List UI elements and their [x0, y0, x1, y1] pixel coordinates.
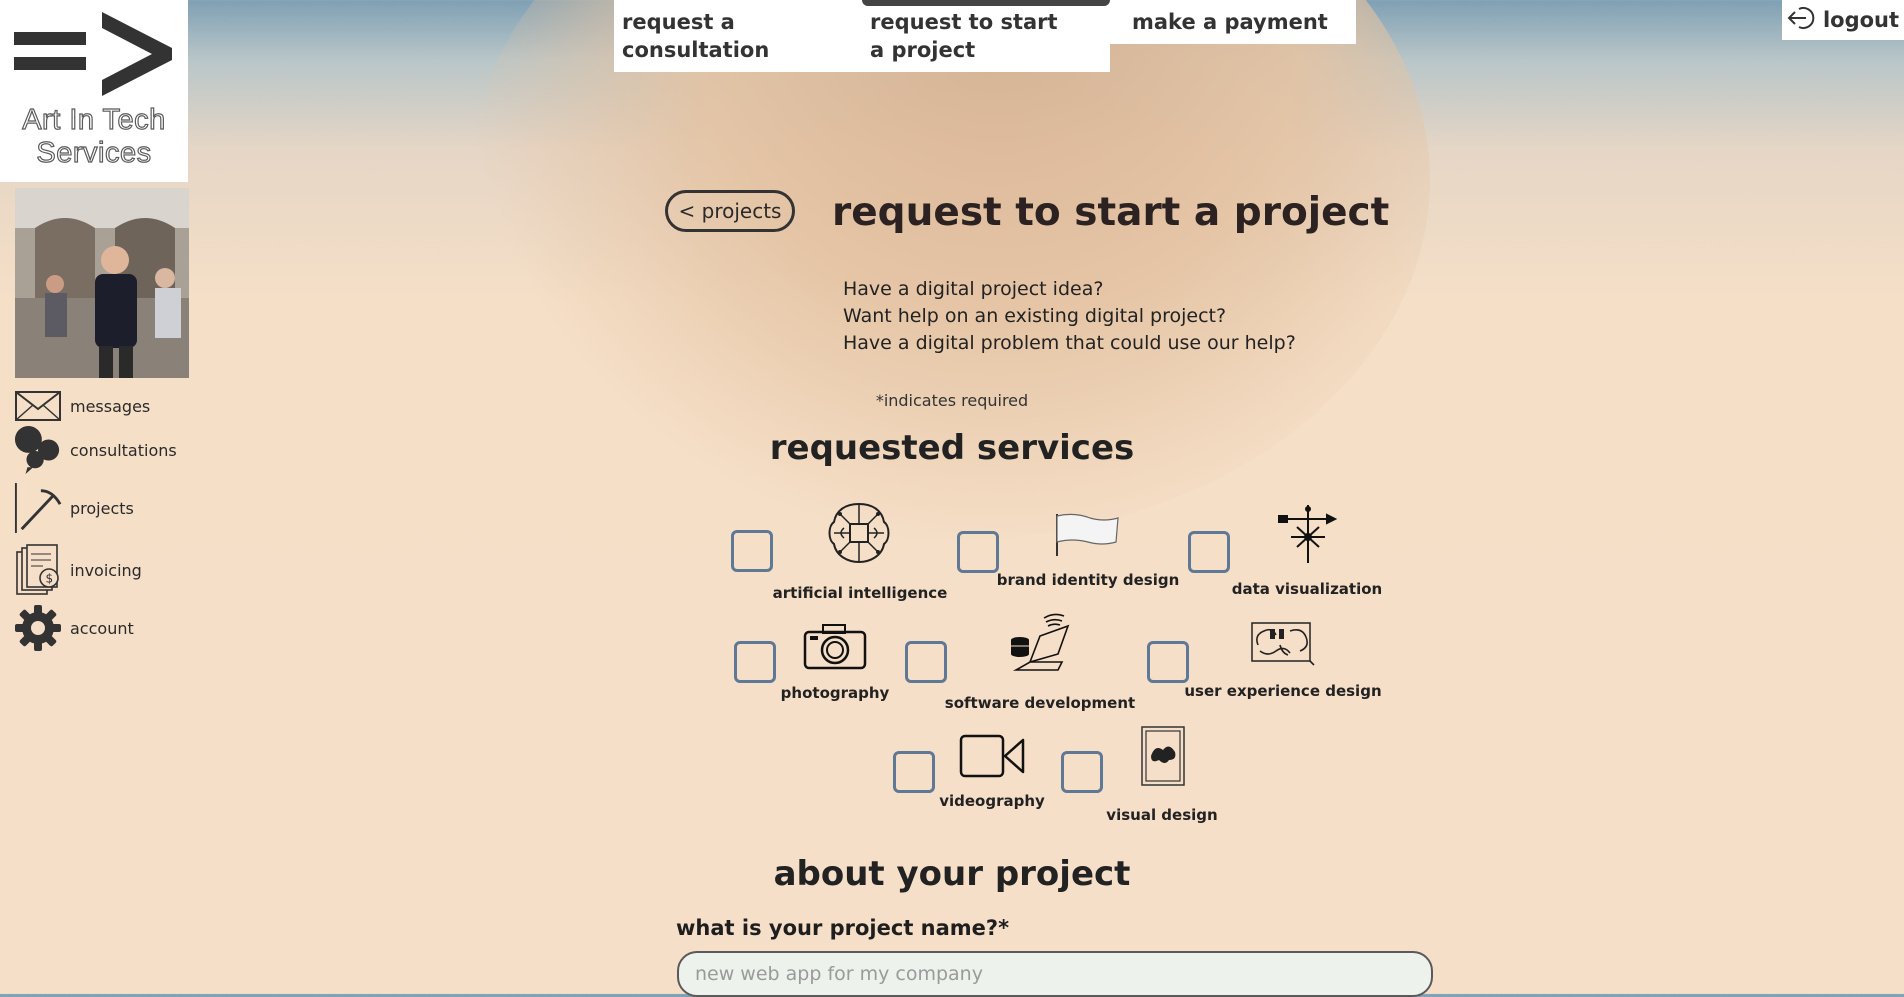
tab-label: make a payment [1132, 10, 1328, 34]
logout-icon [1787, 6, 1817, 35]
page-title: request to start a project [832, 190, 1390, 235]
active-tab-indicator [862, 0, 1110, 6]
brain-circuit-icon [828, 502, 890, 564]
service-label: software development [944, 694, 1136, 712]
project-name-input[interactable] [677, 951, 1433, 997]
sidebar-item-label: projects [70, 498, 134, 518]
service-checkbox-videography[interactable] [893, 751, 935, 793]
service-checkbox-artificial-intelligence[interactable] [731, 530, 773, 572]
logo-equals-greater-icon [14, 12, 172, 96]
svg-text:$: $ [46, 572, 54, 586]
sidebar-item-account[interactable]: account [14, 604, 134, 652]
sidebar-item-label: account [70, 618, 134, 638]
intro-text: Have a digital project idea? Want help o… [843, 276, 1296, 357]
tab-request-project[interactable]: request to start a project [862, 0, 1110, 72]
weather-vane-icon [1278, 505, 1338, 563]
tab-label: request to start a project [870, 10, 1058, 62]
service-label: artificial intelligence [772, 584, 948, 602]
tab-request-consultation[interactable]: request a consultation [614, 0, 864, 72]
brand-name: Art In Tech Services [0, 103, 188, 170]
intro-line: Want help on an existing digital project… [843, 305, 1227, 327]
about-heading: about your project [773, 854, 1131, 894]
sidebar-item-invoicing[interactable]: $ invoicing [14, 544, 142, 595]
camera-icon [803, 624, 867, 670]
service-label: videography [939, 792, 1045, 810]
logout-label: logout [1822, 8, 1900, 32]
video-camera-icon [959, 734, 1025, 778]
service-label: photography [780, 684, 890, 702]
profile-photo-image [15, 188, 189, 378]
logout-button[interactable]: logout [1782, 0, 1904, 40]
flag-icon [1056, 513, 1119, 556]
sketch-face-icon [1251, 622, 1315, 666]
sidebar-item-label: invoicing [70, 560, 142, 580]
service-checkbox-user-experience-design[interactable] [1147, 641, 1189, 683]
brand-logo[interactable]: Art In Tech Services [0, 0, 188, 182]
services-heading: requested services [769, 428, 1135, 468]
service-checkbox-photography[interactable] [734, 641, 776, 683]
intro-line: Have a digital problem that could use ou… [843, 332, 1296, 354]
service-checkbox-data-visualization[interactable] [1188, 531, 1230, 573]
brand-name-line2: Services [36, 136, 152, 169]
tab-label: request a consultation [622, 10, 770, 62]
tab-make-payment[interactable]: make a payment [1110, 0, 1356, 44]
service-checkbox-visual-design[interactable] [1061, 751, 1103, 793]
back-to-projects-button[interactable]: < projects [665, 190, 795, 232]
pickaxe-icon [14, 483, 62, 533]
service-label: visual design [1106, 806, 1218, 824]
project-name-label: what is your project name?* [676, 916, 1010, 940]
service-checkbox-brand-identity-design[interactable] [957, 531, 999, 573]
gear-icon [14, 604, 62, 652]
service-label: data visualization [1231, 580, 1383, 598]
service-checkbox-software-development[interactable] [905, 641, 947, 683]
laptop-database-icon [1011, 613, 1070, 671]
service-label: user experience design [1184, 682, 1382, 700]
framed-art-icon [1141, 726, 1185, 786]
service-label: brand identity design [996, 571, 1180, 589]
invoice-icon: $ [14, 544, 62, 595]
intro-line: Have a digital project idea? [843, 278, 1104, 300]
profile-photo [15, 188, 189, 378]
required-note: *indicates required [875, 391, 1029, 410]
sidebar-item-projects[interactable]: projects [14, 483, 134, 533]
brand-name-line1: Art In Tech [22, 103, 166, 136]
